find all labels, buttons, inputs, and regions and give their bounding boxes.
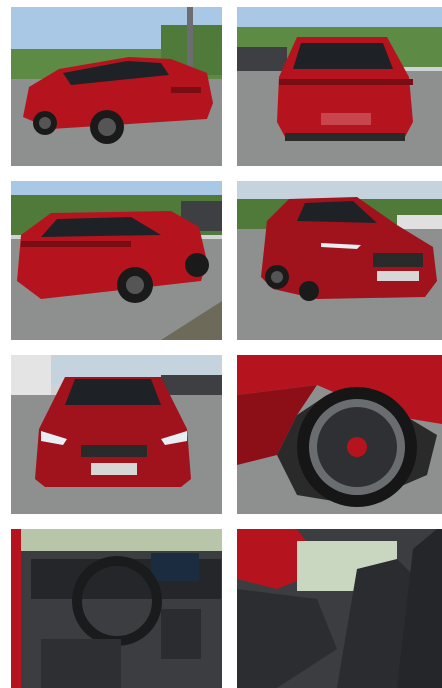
photo-car-front [11,355,222,514]
photo-thumbnail-2[interactable] [237,7,442,166]
photo-car-rear [237,7,442,166]
photo-car-dashboard [11,529,222,688]
photo-thumbnail-7[interactable] [11,529,222,688]
photo-thumbnail-4[interactable] [237,181,442,340]
photo-thumbnail-5[interactable] [11,355,222,514]
photo-thumbnail-3[interactable] [11,181,222,340]
photo-car-rear-three-quarter-closeup [11,181,222,340]
photo-thumbnail-6[interactable] [237,355,442,514]
photo-car-front-three-quarter [237,181,442,340]
photo-car-seats [237,529,442,688]
photo-car-wheel [237,355,442,514]
photo-thumbnail-1[interactable] [11,7,222,166]
photo-car-rear-three-quarter [11,7,222,166]
photo-thumbnail-8[interactable] [237,529,442,688]
